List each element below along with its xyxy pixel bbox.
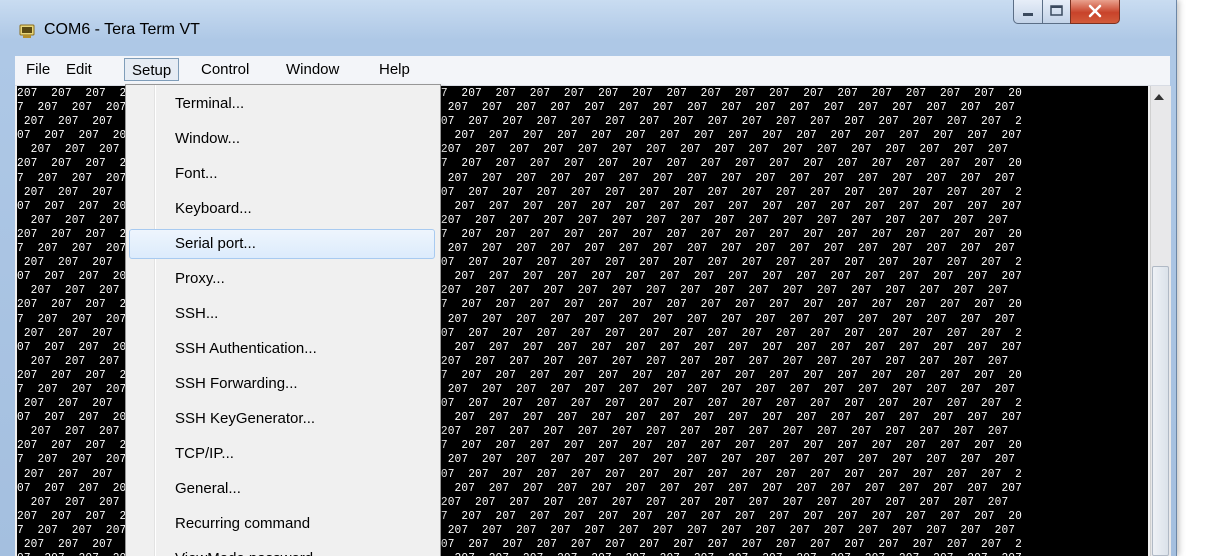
menu-item-font[interactable]: Font...: [129, 159, 435, 189]
close-icon: [1088, 4, 1102, 18]
scroll-up-arrow-icon[interactable]: [1154, 94, 1164, 100]
menu-item-window[interactable]: Window...: [129, 124, 435, 154]
menu-item-viewmode-password[interactable]: ViewMode password: [129, 544, 435, 556]
menu-help[interactable]: Help: [372, 58, 417, 81]
menu-window[interactable]: Window: [279, 58, 346, 81]
menu-edit[interactable]: Edit: [59, 58, 99, 81]
menu-item-serial-port[interactable]: Serial port...: [129, 229, 435, 259]
menu-item-recurring-command[interactable]: Recurring command: [129, 509, 435, 539]
vertical-scrollbar[interactable]: [1150, 86, 1171, 556]
menu-item-terminal[interactable]: Terminal...: [129, 89, 435, 119]
window-title: COM6 - Tera Term VT: [44, 21, 200, 38]
close-button[interactable]: [1070, 0, 1120, 24]
menu-item-general[interactable]: General...: [129, 474, 435, 504]
menu-item-proxy[interactable]: Proxy...: [129, 264, 435, 294]
menu-item-ssh-keygenerator[interactable]: SSH KeyGenerator...: [129, 404, 435, 434]
setup-menu-dropdown: Terminal... Window... Font... Keyboard..…: [125, 84, 441, 556]
scrollbar-thumb[interactable]: [1152, 266, 1169, 556]
menu-item-keyboard[interactable]: Keyboard...: [129, 194, 435, 224]
menu-bar: File Edit Setup Control Window Help: [15, 56, 1170, 86]
menu-file[interactable]: File: [19, 58, 57, 81]
menu-item-ssh-forwarding[interactable]: SSH Forwarding...: [129, 369, 435, 399]
tera-term-app-icon: [19, 24, 35, 38]
minimize-button[interactable]: [1013, 0, 1043, 24]
maximize-icon: [1050, 5, 1063, 16]
menu-item-ssh[interactable]: SSH...: [129, 299, 435, 329]
tera-term-window: COM6 - Tera Term VT File Edit Setup Cont…: [0, 0, 1177, 556]
menu-item-tcpip[interactable]: TCP/IP...: [129, 439, 435, 469]
menu-item-ssh-authentication[interactable]: SSH Authentication...: [129, 334, 435, 364]
menu-control[interactable]: Control: [194, 58, 256, 81]
minimize-icon: [1023, 13, 1033, 16]
title-bar[interactable]: COM6 - Tera Term VT: [0, 0, 1176, 56]
menu-setup[interactable]: Setup: [124, 58, 180, 81]
maximize-button[interactable]: [1042, 0, 1071, 24]
